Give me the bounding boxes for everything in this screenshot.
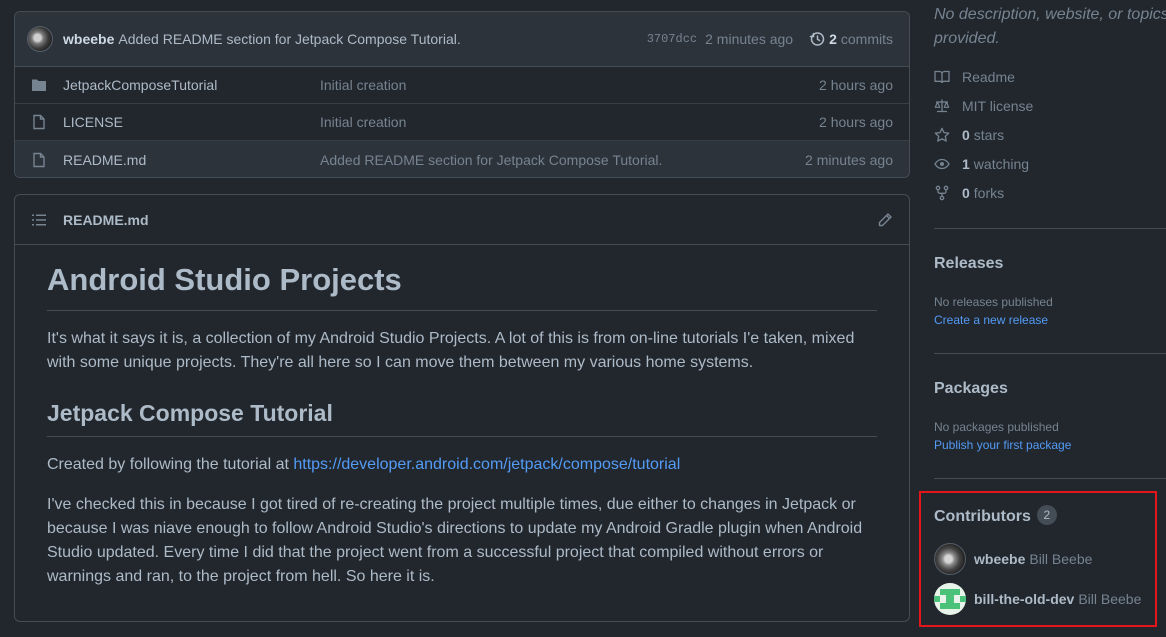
folder-icon (32, 79, 46, 91)
list-icon[interactable] (31, 212, 47, 228)
readme-paragraph: I've checked this in because I got tired… (47, 495, 863, 585)
latest-commit-bar: wbeebe Added README section for Jetpack … (15, 12, 909, 67)
file-row[interactable]: JetpackComposeTutorial Initial creation … (15, 67, 909, 104)
file-commit-time: 2 minutes ago (805, 151, 893, 168)
stars-link[interactable]: 0 stars (934, 125, 1004, 145)
releases-heading[interactable]: Releases (934, 255, 1003, 273)
stars-label: stars (973, 127, 1005, 143)
contributors-heading[interactable]: Contributors 2 (934, 505, 1057, 526)
forks-count: 0 (962, 185, 970, 201)
contributor-name: Bill Beebe (1078, 591, 1142, 607)
packages-heading[interactable]: Packages (934, 380, 1008, 398)
file-commit-time: 2 hours ago (819, 114, 893, 130)
sidebar-divider (934, 478, 1166, 479)
law-icon (934, 99, 950, 113)
sidebar-divider (934, 353, 1166, 354)
fork-icon (935, 185, 949, 201)
readme-content: Android Studio Projects It's what it say… (15, 245, 909, 589)
readme-subheading: Jetpack Compose Tutorial (47, 399, 877, 437)
stars-count: 0 (962, 127, 970, 143)
packages-empty: No packages published (934, 420, 1059, 434)
publish-package-link[interactable]: Publish your first package (934, 438, 1071, 452)
file-name[interactable]: README.md (63, 152, 320, 168)
file-icon (33, 152, 45, 167)
readme-link[interactable]: Readme (934, 67, 1015, 87)
watching-count: 1 (962, 156, 970, 172)
readme-heading: Android Studio Projects (47, 261, 877, 312)
readme-panel: README.md Android Studio Projects It's w… (14, 194, 910, 622)
file-name[interactable]: LICENSE (63, 114, 320, 130)
contributor-login[interactable]: bill-the-old-dev (974, 591, 1074, 607)
contributor-login[interactable]: wbeebe (974, 551, 1025, 567)
star-icon (934, 127, 950, 142)
history-icon (809, 32, 825, 46)
readme-header: README.md (15, 195, 909, 245)
commit-author[interactable]: wbeebe (63, 31, 114, 47)
license-link[interactable]: MIT license (934, 96, 1033, 116)
readme-label: Readme (962, 69, 1015, 85)
file-browser: wbeebe Added README section for Jetpack … (14, 11, 910, 178)
sidebar-divider (934, 228, 1166, 229)
commits-label: commits (840, 31, 893, 47)
forks-link[interactable]: 0 forks (934, 183, 1004, 203)
commit-sha[interactable]: 3707dcc (647, 32, 697, 46)
file-commit-message[interactable]: Added README section for Jetpack Compose… (320, 152, 805, 168)
commit-count: 2 (829, 31, 837, 47)
readme-paragraph: It's what it says it is, a collection of… (47, 330, 855, 372)
watching-label: watching (973, 156, 1030, 172)
releases-empty: No releases published (934, 295, 1053, 309)
commits-link[interactable]: 2 commits (809, 31, 893, 47)
file-commit-message[interactable]: Initial creation (320, 114, 819, 130)
tutorial-link[interactable]: https://developer.android.com/jetpack/co… (293, 456, 680, 473)
commit-time: 2 minutes ago (705, 31, 794, 47)
eye-icon (934, 158, 950, 170)
pencil-icon[interactable] (877, 212, 893, 228)
forks-label: forks (973, 185, 1005, 201)
file-name[interactable]: JetpackComposeTutorial (63, 77, 320, 93)
watchers-link[interactable]: 1 watching (934, 154, 1029, 174)
avatar[interactable] (934, 583, 966, 615)
create-release-link[interactable]: Create a new release (934, 313, 1048, 327)
about-description: No description, website, or topics provi… (934, 6, 1166, 47)
file-commit-time: 2 hours ago (819, 77, 893, 93)
file-commit-message[interactable]: Initial creation (320, 77, 819, 93)
file-row[interactable]: README.md Added README section for Jetpa… (15, 141, 909, 177)
contributor-item[interactable]: wbeebe Bill Beebe (934, 543, 1092, 575)
book-icon (934, 70, 950, 84)
readme-text: Created by following the tutorial at (47, 455, 294, 473)
contributor-item[interactable]: bill-the-old-dev Bill Beebe (934, 583, 1141, 615)
file-icon (33, 114, 45, 130)
avatar[interactable] (27, 26, 53, 52)
contributors-count: 2 (1036, 505, 1057, 525)
contributors-title: Contributors (934, 508, 1031, 525)
readme-paragraph: Created by following the tutorial at htt… (47, 453, 877, 477)
avatar[interactable] (934, 543, 966, 575)
commit-message[interactable]: Added README section for Jetpack Compose… (118, 31, 460, 47)
readme-filename[interactable]: README.md (63, 212, 149, 228)
contributor-name: Bill Beebe (1029, 551, 1093, 567)
license-label: MIT license (962, 98, 1034, 114)
file-row[interactable]: LICENSE Initial creation 2 hours ago (15, 104, 909, 141)
